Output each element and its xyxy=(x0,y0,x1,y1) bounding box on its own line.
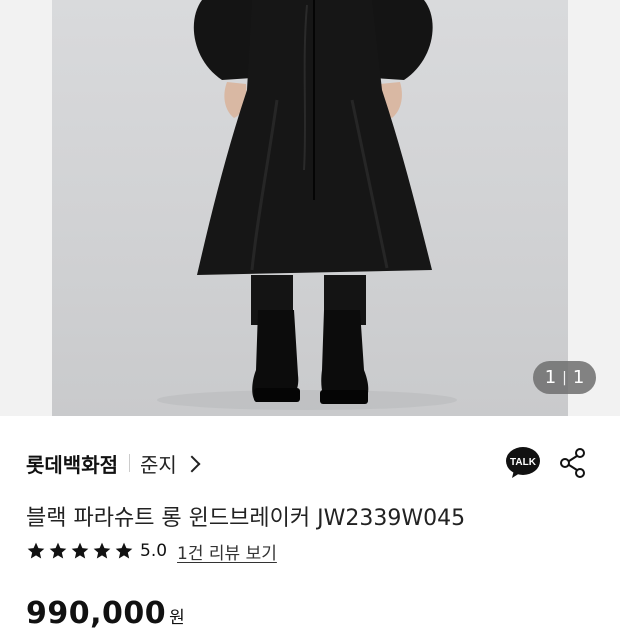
image-counter-total: 1 xyxy=(572,367,585,388)
product-image-area[interactable]: 1 | 1 xyxy=(0,0,620,416)
currency-unit: 원 xyxy=(169,608,185,628)
star-icon xyxy=(115,542,133,559)
chevron-right-icon[interactable] xyxy=(183,455,201,472)
brand-name[interactable]: 준지 xyxy=(140,449,177,478)
star-icon xyxy=(27,542,45,559)
share-button[interactable] xyxy=(559,447,587,479)
talk-button[interactable]: TALK xyxy=(505,446,541,480)
star-icon xyxy=(49,542,67,559)
price-value: 990,000 xyxy=(26,596,167,631)
product-photo[interactable] xyxy=(52,0,568,416)
store-name[interactable]: 롯데백화점 xyxy=(26,449,118,478)
image-counter-current: 1 xyxy=(544,367,557,388)
model-illustration xyxy=(157,0,457,410)
review-link[interactable]: 1건 리뷰 보기 xyxy=(177,539,277,564)
share-icon xyxy=(560,448,585,478)
star-icon xyxy=(71,542,89,559)
star-rating xyxy=(26,541,134,561)
rating-score: 5.0 xyxy=(140,541,168,561)
image-counter-separator: | xyxy=(562,369,567,386)
kakao-talk-icon: TALK xyxy=(506,447,540,478)
product-title: 블랙 파라슈트 롱 윈드브레이커 JW2339W045 xyxy=(26,506,466,531)
rating-row: 5.0 1건 리뷰 보기 xyxy=(26,538,277,564)
talk-label: TALK xyxy=(510,457,537,468)
star-icon xyxy=(93,542,111,559)
price-row: 990,000 원 xyxy=(26,596,185,631)
image-counter: 1 | 1 xyxy=(533,361,596,394)
seller-row[interactable]: 롯데백화점 준지 xyxy=(26,448,201,478)
seller-divider xyxy=(129,454,130,472)
